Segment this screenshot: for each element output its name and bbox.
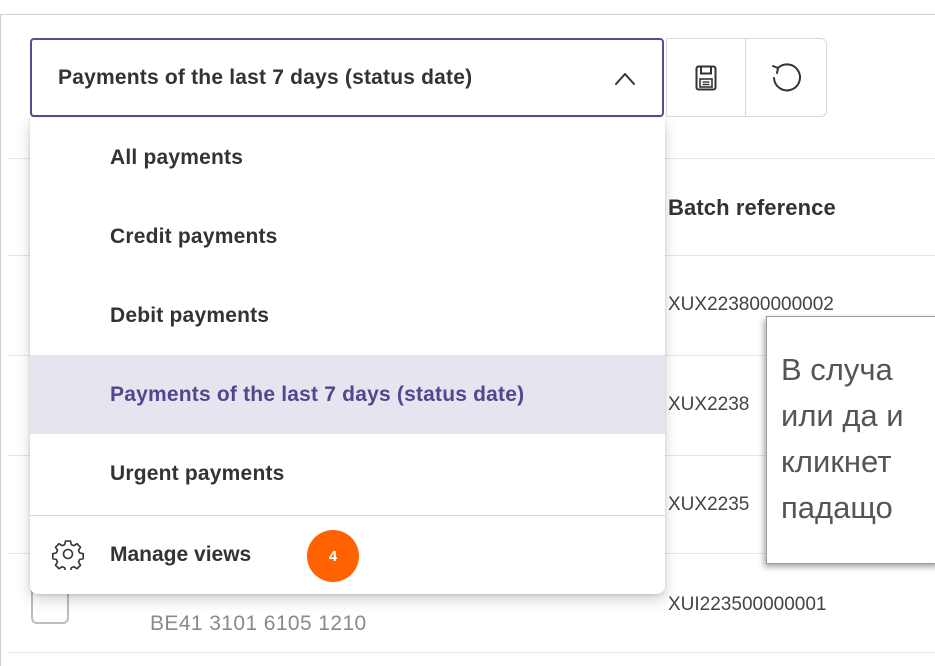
tooltip-line: падащо: [781, 490, 893, 525]
undo-icon: [772, 62, 801, 91]
menu-item-all-payments[interactable]: All payments: [30, 118, 665, 197]
table-cell-batch-ref: XUX2235: [668, 494, 750, 515]
manage-views-label: Manage views: [110, 543, 252, 566]
table-cell-batch-ref: XUX2238: [668, 394, 750, 415]
view-select-dropdown[interactable]: Payments of the last 7 days (status date…: [30, 38, 664, 117]
floppy-disk-icon: [695, 65, 717, 90]
tooltip-line: В случа: [781, 352, 893, 387]
menu-item-last-7-days[interactable]: Payments of the last 7 days (status date…: [30, 355, 665, 434]
menu-item-urgent-payments[interactable]: Urgent payments: [30, 434, 665, 513]
tooltip-line: или да и: [781, 398, 904, 433]
view-select-value: Payments of the last 7 days (status date…: [58, 65, 473, 89]
save-view-button[interactable]: [666, 38, 746, 117]
manage-views-button[interactable]: Manage views 4: [30, 516, 665, 594]
tooltip-line: кликнет: [781, 444, 892, 479]
menu-item-debit-payments[interactable]: Debit payments: [30, 276, 665, 355]
table-divider: [8, 652, 935, 653]
reset-view-button[interactable]: [745, 38, 827, 117]
view-options-menu: All payments Credit payments Debit payme…: [30, 118, 665, 594]
frame-top-border: [0, 14, 935, 15]
table-cell-batch-ref: XUI223500000001: [668, 594, 827, 615]
column-header-batch-reference[interactable]: Batch reference: [668, 195, 836, 221]
account-iban: BE41 3101 6105 1210: [150, 612, 367, 635]
frame-left-border: [0, 14, 8, 666]
table-cell-batch-ref: XUX223800000002: [668, 294, 834, 315]
row-checkbox[interactable]: [31, 590, 69, 624]
gear-icon: [52, 540, 84, 570]
help-tooltip: В случа или да и кликнет падащо: [766, 316, 935, 564]
step-badge: 4: [307, 530, 359, 582]
chevron-up-icon: [615, 73, 635, 85]
menu-item-credit-payments[interactable]: Credit payments: [30, 197, 665, 276]
